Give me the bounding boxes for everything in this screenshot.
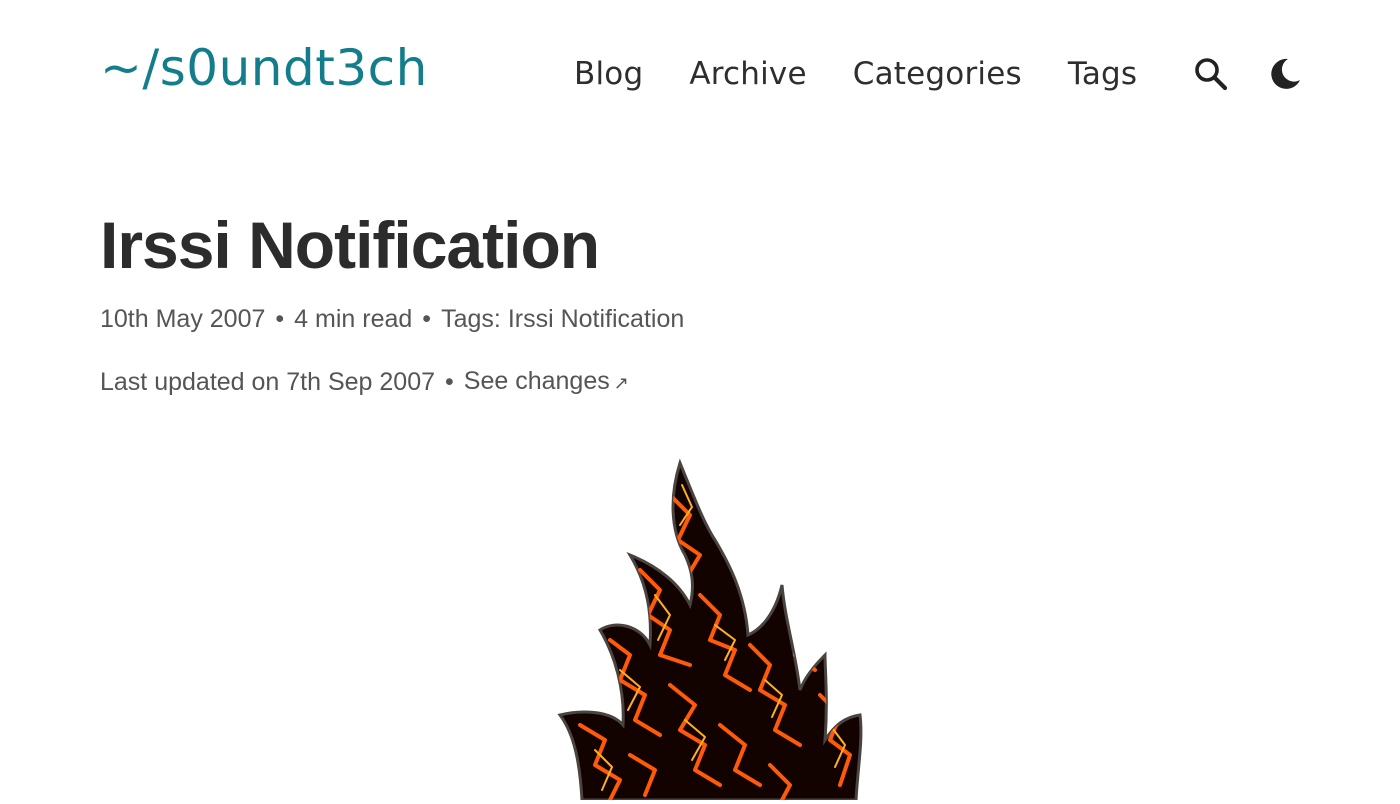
search-icon [1195, 58, 1228, 91]
nav-link-categories[interactable]: Categories [853, 52, 1022, 96]
post: Irssi Notification 10th May 2007 • 4 min… [100, 200, 1300, 400]
hero-image [520, 455, 880, 802]
read-time: 4 min read [294, 305, 413, 333]
flame-icon [557, 458, 863, 802]
theme-toggle-button[interactable] [1265, 54, 1305, 94]
site-title-link[interactable]: ~/s0undt3ch [100, 36, 428, 100]
site-header: ~/s0undt3ch Blog Archive Categories Tags [0, 0, 1400, 140]
see-changes-link[interactable]: See changes ↗ [464, 364, 629, 400]
meta-separator: • [275, 305, 285, 333]
tags-label: Tags: [441, 305, 501, 333]
nav-link-blog[interactable]: Blog [574, 52, 643, 96]
see-changes-label: See changes [463, 367, 610, 395]
search-button[interactable] [1191, 54, 1231, 94]
post-date: 10th May 2007 [100, 305, 266, 333]
meta-separator: • [445, 368, 454, 396]
last-updated: Last updated on 7th Sep 2007 [100, 368, 436, 396]
main-nav: Blog Archive Categories Tags [574, 52, 1137, 96]
tag-link[interactable]: Irssi Notification [508, 302, 684, 336]
post-meta: 10th May 2007 • 4 min read • Tags: Irssi… [100, 302, 1300, 336]
meta-separator: • [422, 305, 432, 333]
page-title: Irssi Notification [100, 208, 600, 282]
nav-link-archive[interactable]: Archive [689, 52, 806, 96]
external-arrow-icon: ↗ [613, 373, 629, 393]
post-updated: Last updated on 7th Sep 2007 • See chang… [100, 364, 1300, 400]
nav-link-tags[interactable]: Tags [1068, 52, 1137, 96]
moon-icon [1271, 58, 1300, 89]
